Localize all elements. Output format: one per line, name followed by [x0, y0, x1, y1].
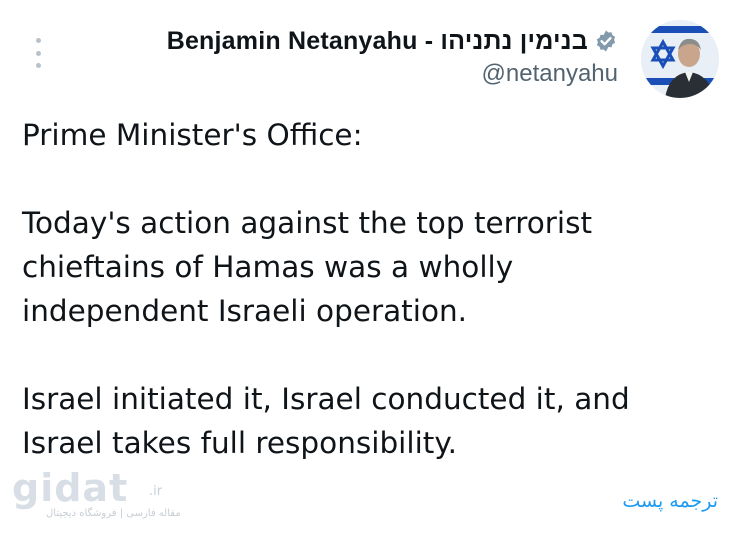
tweet-text: Prime Minister's Office: Today's action …: [22, 113, 722, 465]
tweet-line: Today's action against the top terrorist: [22, 206, 593, 240]
watermark-tagline: مقاله فارسی | فروشگاه دیجیتال: [46, 508, 181, 519]
avatar[interactable]: [641, 20, 719, 98]
verified-badge-icon: [596, 30, 616, 52]
tweet-card: Benjamin Netanyahu - בנימין נתניהו @neta…: [0, 0, 740, 539]
watermark-tld: .ir: [149, 484, 163, 499]
author-display-name[interactable]: Benjamin Netanyahu - בנימין נתניהו: [167, 27, 588, 56]
author-handle[interactable]: @netanyahu: [167, 60, 618, 88]
tweet-header: Benjamin Netanyahu - בנימין נתניהו @neta…: [167, 22, 618, 88]
translate-post-link[interactable]: ترجمه پست: [622, 490, 718, 512]
tweet-line: Israel takes full responsibility.: [22, 426, 457, 460]
watermark: gidat .ir مقاله فارسی | فروشگاه دیجیتال: [12, 468, 182, 528]
tweet-line: independent Israeli operation.: [22, 294, 468, 328]
tweet-line: Israel initiated it, Israel conducted it…: [22, 382, 630, 416]
watermark-logo: gidat: [12, 466, 129, 510]
tweet-line: chieftains of Hamas was a wholly: [22, 250, 514, 284]
more-options-icon[interactable]: [30, 38, 46, 68]
tweet-line: Prime Minister's Office:: [22, 118, 363, 152]
avatar-image: [641, 20, 719, 98]
